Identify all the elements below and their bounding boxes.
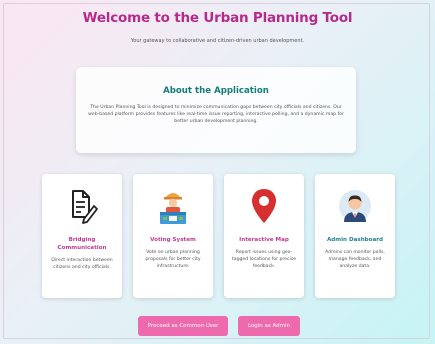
admin-user-icon — [320, 184, 390, 228]
feature-title: Interactive Map — [239, 237, 289, 243]
login-admin-button[interactable]: Login as Admin — [238, 316, 300, 336]
proceed-common-user-button[interactable]: Proceed as Common User — [138, 316, 228, 336]
feature-title: Bridging Communication — [57, 237, 107, 252]
feature-text: Report issues using geo-tagged locations… — [231, 250, 297, 270]
document-pencil-icon — [47, 184, 117, 228]
feature-title: Admin Dashboard — [326, 237, 384, 243]
feature-card-communication: Bridging Communication Direct interactio… — [42, 174, 122, 298]
feature-text: Direct interaction between citizens and … — [51, 258, 113, 271]
feature-card-voting: Voting System Vote on urban planning pro… — [133, 174, 213, 298]
feature-card-admin: Admin Dashboard Admins can monitor polls… — [315, 174, 395, 298]
feature-title: Voting System — [150, 237, 196, 243]
page-subtitle: Your gateway to collaborative and citize… — [130, 38, 305, 44]
about-card: About the Application The Urban Planning… — [76, 67, 356, 153]
voting-person-icon — [138, 184, 208, 228]
page-title: Welcome to the Urban Planning Tool — [82, 10, 353, 26]
about-heading: About the Application — [163, 86, 269, 96]
feature-card-map: Interactive Map Report issues using geo-… — [224, 174, 304, 298]
feature-text: Vote on urban planning proposals for bet… — [145, 250, 201, 270]
map-pin-icon — [229, 184, 299, 228]
feature-text: Admins can monitor polls, manage feedbac… — [325, 250, 385, 270]
about-text: The Urban Planning Tool is designed to m… — [88, 105, 344, 125]
